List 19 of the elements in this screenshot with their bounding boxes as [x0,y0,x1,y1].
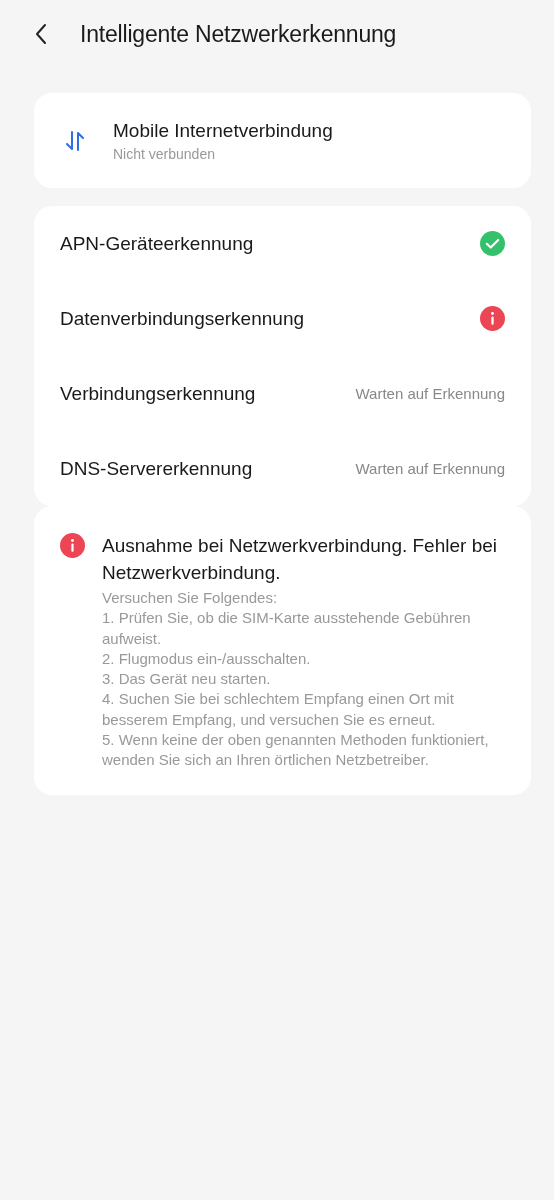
help-text: 2. Flugmodus ein-/ausschalten. [102,648,312,669]
connection-status: Nicht verbunden [113,145,216,162]
data-transfer-icon [64,129,86,152]
help-text: 4. Suchen Sie bei schlechtem Empfang einen Ort mit besserem Empfang, und versuchen Sie es erneut. [102,689,455,730]
connection-title: Mobile Internetverbindung [113,119,333,142]
back-icon [34,23,48,45]
check-status: Warten auf Erkennung [355,385,505,402]
check-label: DNS-Servererkennung [60,457,253,480]
check-label: APN-Geräteerkennung [60,232,254,255]
help-text: 5. Wenn keine der oben genannten Methoden funktioniert, wenden Sie sich an Ihren örtlichen Netzbetreiber. [102,730,490,771]
check-label: Datenverbindungserkennung [60,307,304,330]
error-icon [60,533,85,558]
notice-title: Ausnahme bei Netzwerkverbindung. Fehler bei Netzwerkverbindung. [102,534,498,585]
check-label: Verbindungserkennung [60,382,256,405]
help-text: 1. Prüfen Sie, ob die SIM-Karte ausstehende Gebühren aufweist. [102,608,472,649]
help-text: Versuchen Sie Folgendes: [102,588,279,608]
help-text: 3. Das Gerät neu starten. [102,669,272,690]
check-status: Warten auf Erkennung [355,460,505,477]
page-title: Intelligente Netzwerkerkennung [80,20,397,48]
